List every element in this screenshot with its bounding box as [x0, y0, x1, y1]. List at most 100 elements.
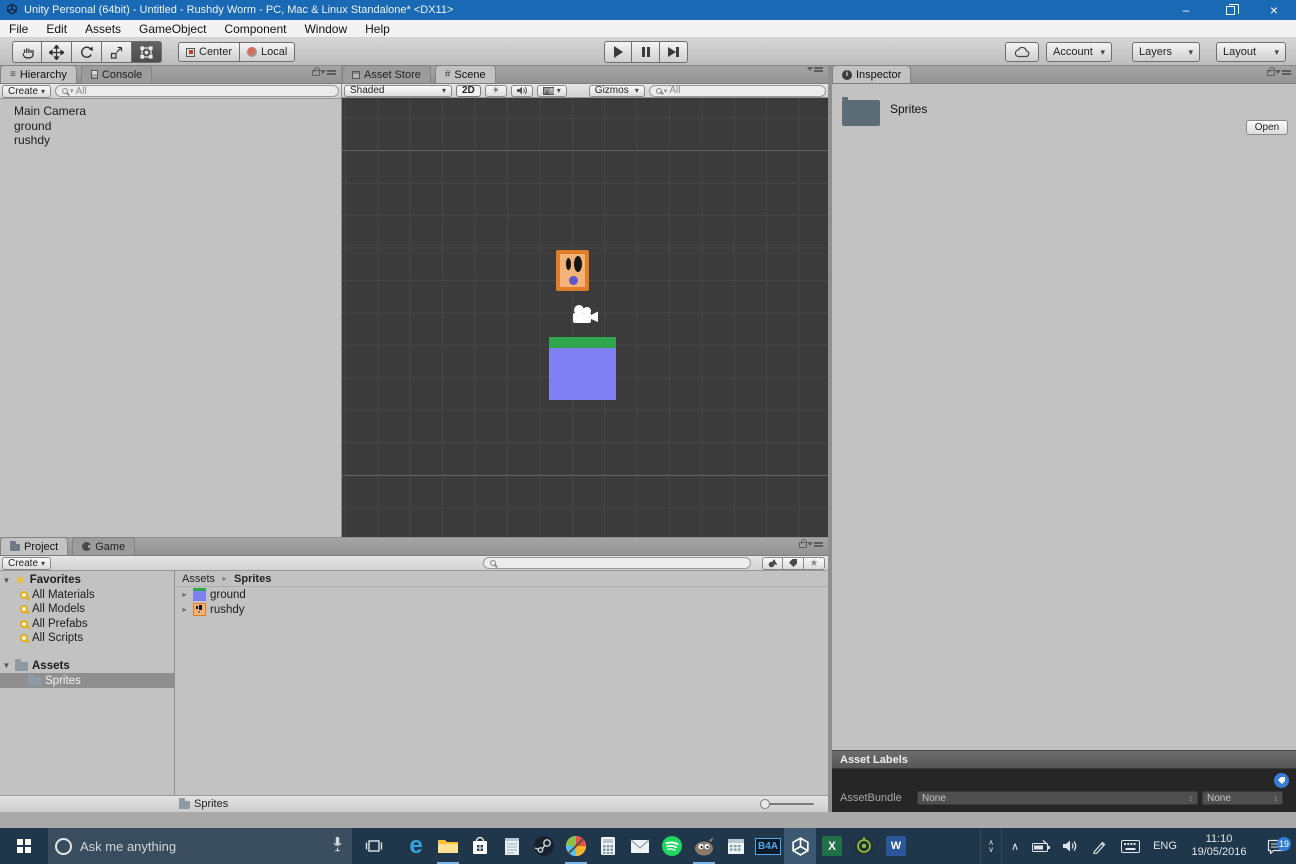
lock-icon[interactable]: [312, 67, 320, 76]
hierarchy-item-ground[interactable]: ground: [14, 119, 341, 134]
expander-icon[interactable]: ▼: [2, 576, 11, 585]
expander-icon[interactable]: ▸: [180, 590, 189, 599]
taskbar-steam[interactable]: [528, 828, 560, 864]
scale-tool-button[interactable]: [102, 41, 132, 63]
tab-hierarchy[interactable]: ≡ Hierarchy: [0, 65, 77, 83]
hand-tool-button[interactable]: [12, 41, 42, 63]
tree-favorites[interactable]: ▼ ★ Favorites: [0, 573, 174, 588]
touch-keyboard-icon[interactable]: [1114, 839, 1146, 853]
menu-assets[interactable]: Assets: [76, 22, 130, 36]
language-indicator[interactable]: ENG: [1146, 840, 1184, 852]
scene-effects-dropdown[interactable]: ▾: [536, 84, 567, 97]
taskbar-android-studio[interactable]: [848, 828, 880, 864]
taskbar-gimp[interactable]: [688, 828, 720, 864]
start-button[interactable]: [0, 828, 48, 864]
pause-button[interactable]: [632, 41, 660, 63]
rect-tool-button[interactable]: [132, 41, 162, 63]
restore-button[interactable]: [1208, 0, 1252, 20]
tree-assets[interactable]: ▼ Assets: [0, 659, 174, 674]
label-tag-button[interactable]: [1274, 773, 1289, 788]
asset-item-ground[interactable]: ▸ ground: [176, 587, 828, 602]
minimize-button[interactable]: –: [1164, 0, 1208, 20]
taskbar-paint-app[interactable]: [560, 828, 592, 864]
tree-all-scripts[interactable]: All Scripts: [0, 631, 174, 646]
menu-window[interactable]: Window: [295, 22, 356, 36]
project-search-input[interactable]: [483, 557, 751, 569]
tree-all-prefabs[interactable]: All Prefabs: [0, 617, 174, 632]
menu-file[interactable]: File: [0, 22, 37, 36]
taskbar-word[interactable]: W: [880, 828, 912, 864]
hierarchy-item-rushdy[interactable]: rushdy: [14, 133, 341, 148]
assetbundle-variant-dropdown[interactable]: None ↕: [1202, 791, 1283, 805]
search-by-type-button[interactable]: [762, 556, 783, 570]
expander-icon[interactable]: ▼: [2, 661, 11, 670]
panel-menu-icon[interactable]: [1275, 70, 1291, 75]
pivot-local-button[interactable]: Local: [240, 42, 296, 62]
panel-menu-icon[interactable]: [320, 70, 336, 75]
tree-all-models[interactable]: All Models: [0, 602, 174, 617]
breadcrumb-assets[interactable]: Assets: [182, 573, 215, 585]
taskbar-excel[interactable]: X: [816, 828, 848, 864]
sprite-rushdy[interactable]: [556, 250, 589, 291]
menu-component[interactable]: Component: [215, 22, 295, 36]
assetbundle-dropdown[interactable]: None ↕: [917, 791, 1198, 805]
asset-labels-header[interactable]: Asset Labels: [832, 750, 1296, 769]
scene-lighting-button[interactable]: ☀: [484, 84, 507, 97]
layers-dropdown[interactable]: Layers ▾: [1132, 42, 1200, 62]
taskbar-mail[interactable]: [624, 828, 656, 864]
scene-audio-button[interactable]: [510, 84, 533, 97]
task-view-button[interactable]: [352, 828, 396, 864]
move-tool-button[interactable]: [42, 41, 72, 63]
tab-console[interactable]: Console: [80, 65, 153, 83]
cortana-search-box[interactable]: Ask me anything: [48, 828, 352, 864]
taskbar-unity[interactable]: [784, 828, 816, 864]
taskbar-store[interactable]: [464, 828, 496, 864]
gizmos-dropdown[interactable]: Gizmos ▾: [588, 84, 645, 97]
taskbar-notepad[interactable]: [496, 828, 528, 864]
breadcrumb-sprites[interactable]: Sprites: [234, 573, 271, 585]
taskbar-calendar[interactable]: [720, 828, 752, 864]
panel-menu-icon[interactable]: [807, 67, 823, 72]
expander-icon[interactable]: ▸: [180, 605, 189, 614]
action-center-button[interactable]: 19: [1254, 836, 1296, 854]
play-button[interactable]: [604, 41, 632, 63]
taskbar-b4a[interactable]: B4A: [752, 828, 784, 864]
tab-asset-store[interactable]: Asset Store: [342, 65, 431, 83]
taskbar-calculator[interactable]: [592, 828, 624, 864]
battery-icon[interactable]: [1028, 839, 1056, 853]
taskbar-scroll-buttons[interactable]: ∧ ∨: [980, 828, 1002, 864]
tab-scene[interactable]: # Scene: [434, 65, 496, 83]
cloud-services-button[interactable]: [1005, 42, 1039, 62]
lock-icon[interactable]: [799, 539, 807, 548]
lock-icon[interactable]: [1267, 67, 1275, 76]
hierarchy-search-input[interactable]: ▾ All: [55, 85, 339, 97]
panel-menu-icon[interactable]: [807, 542, 823, 547]
search-by-label-button[interactable]: [783, 556, 804, 570]
tab-project[interactable]: Project: [0, 537, 69, 555]
saved-search-star-button[interactable]: ★: [804, 556, 825, 570]
hierarchy-create-button[interactable]: Create ▾: [2, 84, 52, 98]
2d-toggle-button[interactable]: 2D: [456, 84, 481, 97]
volume-icon[interactable]: [1056, 839, 1084, 853]
sprite-ground[interactable]: [549, 337, 616, 400]
tree-sprites-selected[interactable]: Sprites: [0, 673, 174, 688]
taskbar-spotify[interactable]: [656, 828, 688, 864]
pivot-center-button[interactable]: Center: [178, 42, 241, 62]
microphone-icon[interactable]: [332, 836, 352, 857]
taskbar-file-explorer[interactable]: [432, 828, 464, 864]
close-button[interactable]: ×: [1252, 0, 1296, 20]
menu-gameobject[interactable]: GameObject: [130, 22, 215, 36]
scene-viewport[interactable]: [342, 98, 828, 537]
layout-dropdown[interactable]: Layout ▾: [1216, 42, 1286, 62]
camera-gizmo-icon[interactable]: [570, 303, 600, 331]
tree-all-materials[interactable]: All Materials: [0, 588, 174, 603]
hierarchy-item-main-camera[interactable]: Main Camera: [14, 104, 341, 119]
rotate-tool-button[interactable]: [72, 41, 102, 63]
menu-help[interactable]: Help: [356, 22, 399, 36]
menu-edit[interactable]: Edit: [37, 22, 76, 36]
show-hidden-icons-button[interactable]: ∧: [1002, 840, 1028, 853]
taskbar-edge[interactable]: e: [400, 828, 432, 864]
shading-mode-dropdown[interactable]: Shaded ▾: [344, 84, 452, 97]
clock[interactable]: 11:10 19/05/2016: [1184, 833, 1254, 859]
account-dropdown[interactable]: Account ▾: [1046, 42, 1112, 62]
